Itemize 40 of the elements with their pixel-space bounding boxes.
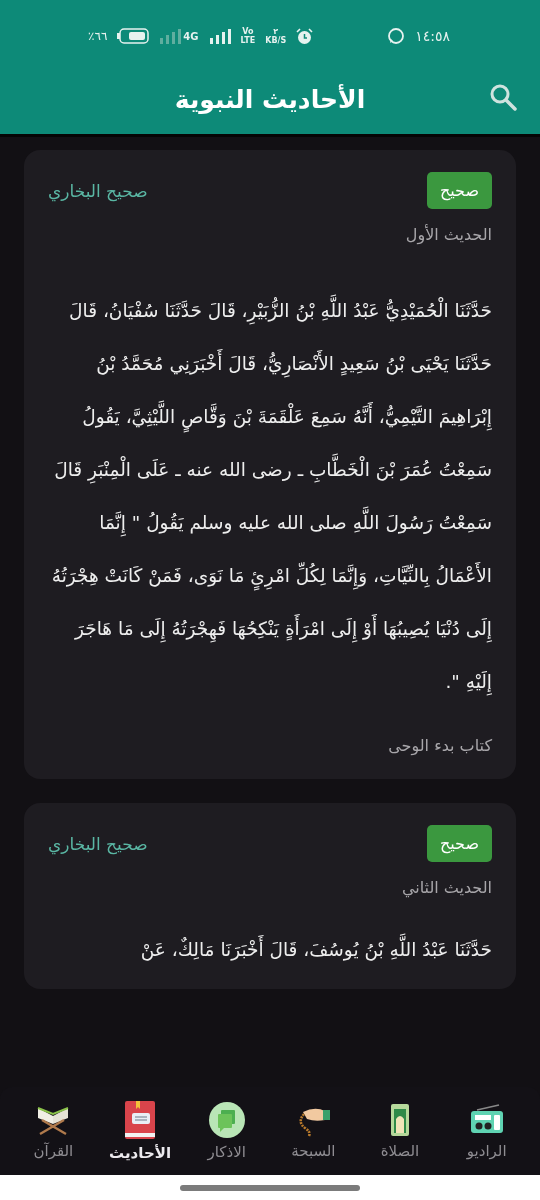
network-label: 4G	[183, 30, 199, 42]
chat-bubbles-icon	[207, 1101, 246, 1139]
signal-icon	[159, 28, 182, 44]
hadith-number: الحديث الثاني	[400, 878, 492, 897]
nav-tab[interactable]: السبحة	[278, 1102, 349, 1160]
speed-unit: KB/S	[265, 36, 287, 45]
volte-label: Vo	[242, 27, 254, 36]
nav-label: السبحة	[291, 1142, 336, 1160]
alarm-icon	[296, 27, 314, 45]
volte-label: LTE	[240, 36, 256, 45]
nav-label: القرآن	[33, 1142, 74, 1160]
hadith-text: حَدَّثَنَا الْحُمَيْدِيُّ عَبْدُ اللَّهِ بْنُ الزُّبَيْرِ، قَالَ حَدَّثَنَا سُفْيَانُ، قَالَ حَدَّثَنَا يَحْيَى بْنُ سَعِيدٍ الأَنْصَارِيُّ، قَالَ أَخْبَرَنِي مُحَمَّدُ بْنُ إِبْرَاهِيمَ التَّيْمِيُّ، أَنَّهُ سَمِعَ عَلْقَمَةَ بْنَ وَقَّاصٍ اللَّيْثِيَّ، يَقُولُ سَمِعْتُ عُمَرَ بْنَ الْخَطَّابِ ـ رضى الله عنه ـ عَلَى الْمِنْبَرِ قَالَ سَمِعْتُ رَسُولَ اللَّهِ صلى الله عليه وسلم يَقُولُ " إِنَّمَا الأَعْمَالُ بِالنِّيَّاتِ، وَإِنَّمَا لِكُلِّ امْرِئٍ مَا نَوَى، فَمَنْ كَانَتْ هِجْرَتُهُ إِلَى دُنْيَا يُصِيبُهَا أَوْ إِلَى امْرَأَةٍ يَنْكِحُهَا فَهِجْرَتُهُ إِلَى مَا هَاجَرَ إِلَيْهِ ".	[48, 284, 492, 708]
chat-icon	[387, 27, 406, 45]
nav-label: الأحاديث	[109, 1144, 172, 1162]
nav-label: الراديو	[466, 1142, 507, 1160]
speed-value: ٢	[273, 27, 279, 36]
search-icon[interactable]	[488, 82, 518, 112]
book-icon	[123, 1100, 158, 1140]
nav-label: الصلاة	[380, 1142, 420, 1160]
book-name: كتاب بدء الوحى	[387, 736, 492, 755]
nav-tab[interactable]: الراديو	[451, 1102, 522, 1160]
status-time: ١٤:٥٨	[415, 28, 450, 44]
hadith-card[interactable]: صحيح صحيح البخاري الحديث الثاني حَدَّثَنَا عَبْدُ اللَّهِ بْنُ يُوسُفَ، قَالَ أَخْبَرَنَا مَالِكٌ، عَنْ	[24, 803, 516, 989]
nav-tab[interactable]: الأحاديث	[105, 1100, 176, 1162]
hadith-number: الحديث الأول	[404, 225, 492, 244]
nav-tab[interactable]: القرآن	[18, 1102, 89, 1160]
signal-icon	[208, 28, 231, 44]
hadith-source: صحيح البخاري	[48, 180, 148, 201]
home-indicator[interactable]	[180, 1184, 360, 1191]
grade-badge: صحيح	[426, 825, 492, 862]
hadith-card[interactable]	[24, 150, 516, 779]
hadith-text: حَدَّثَنَا عَبْدُ اللَّهِ بْنُ يُوسُفَ، قَالَ أَخْبَرَنَا مَالِكٌ، عَنْ	[48, 935, 492, 965]
nav-tab[interactable]: الصلاة	[365, 1102, 435, 1160]
battery-percent: ٪٦٦	[88, 29, 108, 43]
battery-icon	[117, 28, 150, 44]
app-title: الأحاديث النبوية	[174, 84, 366, 114]
hadith-source: صحيح البخاري	[48, 833, 148, 854]
nav-tab[interactable]: الاذكار	[191, 1101, 262, 1161]
nav-label: الاذكار	[207, 1143, 246, 1161]
grade-badge: صحيح	[426, 172, 492, 209]
